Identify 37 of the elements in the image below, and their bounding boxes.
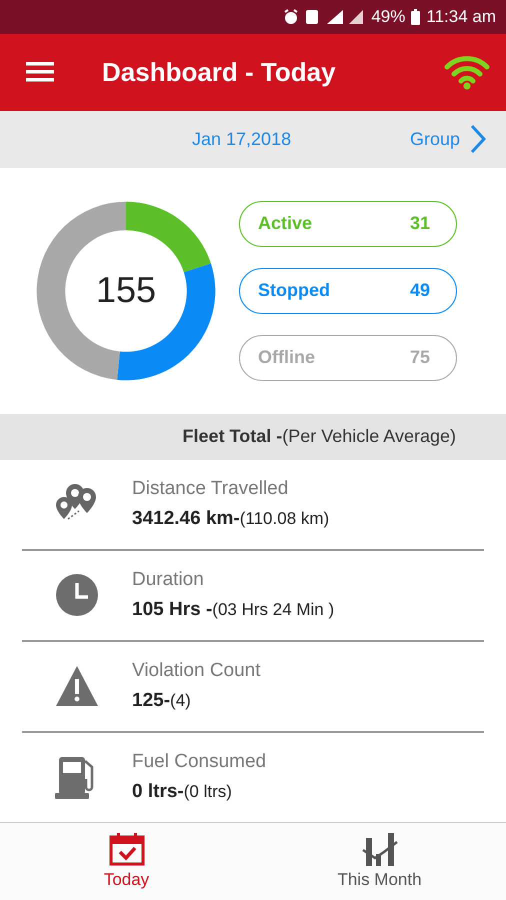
nav-tab[interactable]: This Month: [253, 822, 506, 900]
screen-title: Dashboard - Today: [102, 56, 337, 88]
status-pill[interactable]: Stopped 49: [239, 268, 457, 314]
status-count: 31: [410, 213, 430, 234]
sim-icon: [305, 8, 320, 25]
metric-title: Distance Travelled: [132, 478, 290, 500]
group-link[interactable]: Group: [410, 128, 460, 150]
fleet-total-label: Fleet Total -(Per Vehicle Average): [182, 426, 456, 448]
metric-value: 105 Hrs -(03 Hrs 24 Min ): [132, 599, 334, 622]
wifi-icon: [444, 54, 490, 90]
warning-icon: [55, 665, 99, 708]
status-pill[interactable]: Active 31: [239, 200, 457, 247]
nav-tab[interactable]: Today: [0, 822, 253, 900]
alarm-icon: [283, 8, 300, 25]
calendar-check-icon: [108, 832, 144, 866]
bar-chart-icon: [362, 832, 398, 866]
metric-value: 3412.46 km-(110.08 km): [132, 508, 330, 530]
metric-title: Violation Count: [132, 660, 261, 682]
status-count: 75: [410, 347, 430, 368]
menu-icon[interactable]: [26, 62, 54, 82]
status-count: 49: [410, 280, 430, 302]
status-label: Stopped: [258, 280, 330, 302]
date-label[interactable]: Jan 17,2018: [192, 128, 410, 150]
status-label: Active: [258, 213, 312, 234]
metric-title: Fuel Consumed: [132, 751, 266, 774]
metric-value: 125-(4): [132, 690, 192, 712]
battery-percent: 49%: [371, 6, 406, 27]
metric-value: 0 ltrs-(0 ltrs): [132, 781, 233, 804]
battery-icon: [411, 8, 420, 25]
clock-time: 11:34 am: [426, 6, 496, 27]
chevron-right-icon[interactable]: [470, 124, 486, 154]
status-label: Offline: [258, 347, 315, 368]
clock-icon: [55, 573, 99, 618]
signal-icon: [325, 8, 366, 25]
metric-title: Duration: [132, 569, 205, 592]
total-count: 155: [94, 268, 158, 312]
status-pill[interactable]: Offline 75: [239, 334, 457, 381]
